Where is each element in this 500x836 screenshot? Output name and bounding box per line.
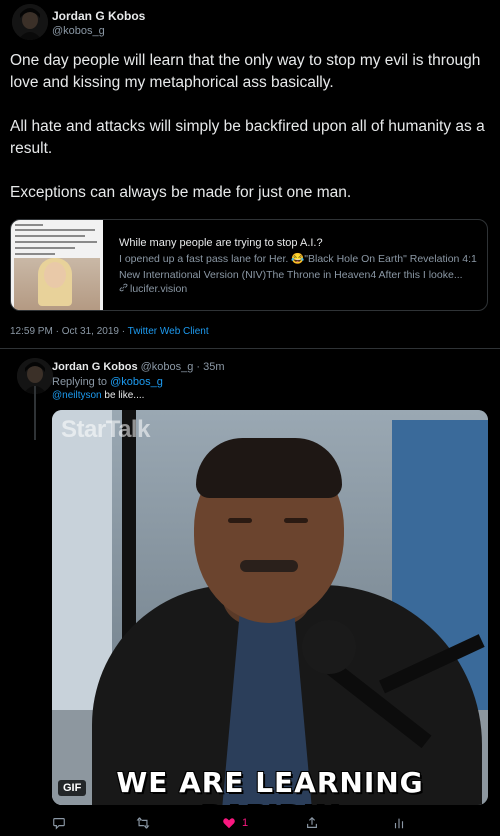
reply-button[interactable] [52, 815, 66, 831]
card-thumbnail [11, 220, 103, 310]
person-mustache [240, 560, 298, 572]
thread-line [34, 386, 36, 440]
card-domain: lucifer.vision [130, 283, 188, 295]
link-card[interactable]: While many people are trying to stop A.I… [10, 219, 488, 311]
person-eye-left [228, 518, 252, 523]
tweet-text: @neiltyson be like.... [52, 390, 144, 401]
author-name[interactable]: Jordan G Kobos [52, 361, 138, 373]
author-row: Jordan G Kobos @kobos_g · 35m [52, 361, 225, 373]
reply-tweet: Jordan G Kobos @kobos_g · 35m Replying t… [0, 350, 500, 836]
replying-to-link[interactable]: @kobos_g [110, 376, 163, 388]
card-description: I opened up a fast pass lane for Her. 😂"… [119, 253, 477, 281]
tweet-body: be like.... [101, 390, 145, 401]
share-icon [307, 816, 317, 828]
card-domain-row: lucifer.vision [119, 283, 187, 295]
tweet-client[interactable]: Twitter Web Client [128, 326, 209, 337]
microphone [302, 620, 356, 674]
analytics-icon [394, 818, 404, 829]
retweet-button[interactable] [136, 815, 150, 831]
author-handle[interactable]: @kobos_g [52, 25, 105, 37]
replying-prefix: Replying to [52, 376, 111, 388]
avatar-image [12, 4, 48, 40]
author-name[interactable]: Jordan G Kobos [52, 9, 145, 23]
reply-icon [53, 818, 65, 830]
author-handle-time[interactable]: @kobos_g · 35m [141, 361, 225, 373]
thumbnail-photo [14, 258, 100, 310]
tweet-actions: 1 [52, 815, 412, 831]
share-button[interactable] [305, 815, 319, 831]
main-tweet: Jordan G Kobos @kobos_g One day people w… [0, 0, 500, 349]
like-count: 1 [242, 817, 249, 829]
avatar[interactable] [12, 4, 48, 40]
replying-to: Replying to @kobos_g [52, 376, 163, 388]
tweet-text: One day people will learn that the only … [10, 52, 485, 201]
gif-badge: GIF [58, 780, 87, 796]
analytics-button[interactable] [392, 815, 406, 831]
link-icon [119, 283, 128, 295]
person-hair [196, 438, 342, 498]
person-eye-right [284, 518, 308, 523]
mention-link[interactable]: @neiltyson [52, 390, 102, 401]
tweet-metadata: 12:59 PM · Oct 31, 2019 · Twitter Web Cl… [10, 326, 209, 337]
card-title: While many people are trying to stop A.I… [119, 237, 323, 249]
tweet-timestamp[interactable]: 12:59 PM · Oct 31, 2019 · [10, 326, 128, 337]
thumbnail-face [44, 262, 66, 288]
heart-icon [223, 818, 235, 829]
gif-media[interactable]: StarTalk WE ARE LEARNING RAPIDLY GIF [52, 410, 488, 805]
retweet-icon [136, 817, 150, 829]
media-caption: WE ARE LEARNING RAPIDLY [116, 766, 424, 805]
like-button[interactable]: 1 [222, 815, 248, 831]
media-watermark: StarTalk [61, 416, 150, 443]
